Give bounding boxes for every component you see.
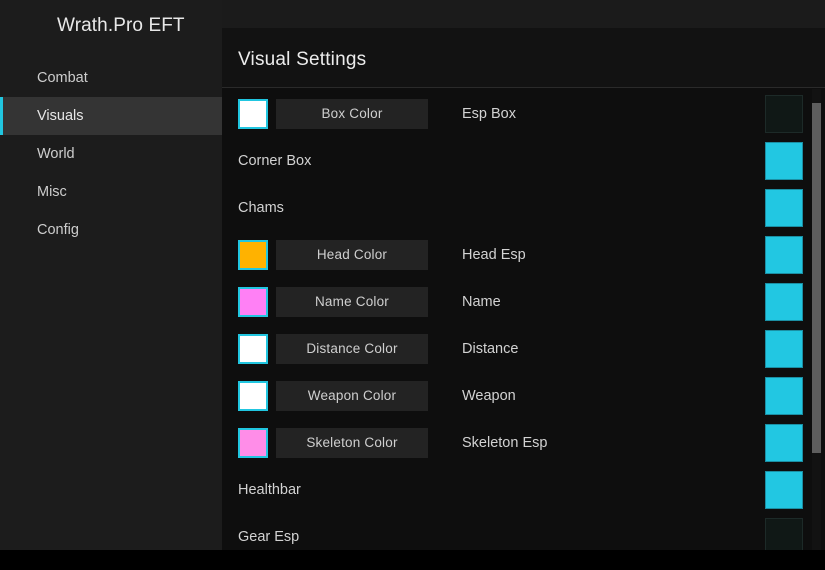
- settings-list-viewport: Box Color Esp Box Corner Box Chams Head Colo…: [222, 89, 825, 550]
- setting-label: Weapon: [462, 387, 516, 404]
- sidebar-item-misc[interactable]: Misc: [0, 173, 222, 211]
- color-picker-button-label: Skeleton Color: [306, 435, 398, 450]
- color-swatch[interactable]: [238, 380, 268, 411]
- color-swatch[interactable]: [238, 333, 268, 364]
- setting-row: Name Color Name: [222, 278, 825, 325]
- setting-label: Gear Esp: [238, 528, 300, 545]
- setting-row: Chams: [222, 184, 825, 231]
- color-picker-button[interactable]: Distance Color: [276, 333, 428, 364]
- desktop-background: [0, 550, 825, 570]
- app-title: Wrath.Pro EFT: [57, 15, 185, 36]
- toggle-checkbox[interactable]: [765, 94, 803, 133]
- setting-label: Healthbar: [238, 481, 301, 498]
- sidebar-item-world[interactable]: World: [0, 135, 222, 173]
- sidebar-item-visuals[interactable]: Visuals: [0, 97, 222, 135]
- sidebar-item-label: Config: [37, 222, 79, 238]
- panel-header: Visual Settings: [222, 28, 825, 88]
- toggle-checkbox[interactable]: [765, 188, 803, 227]
- color-swatch[interactable]: [238, 98, 268, 129]
- color-picker-button[interactable]: Weapon Color: [276, 380, 428, 411]
- setting-label: Corner Box: [238, 152, 312, 169]
- settings-list: Box Color Esp Box Corner Box Chams Head Colo…: [222, 89, 825, 550]
- toggle-checkbox[interactable]: [765, 517, 803, 550]
- toggle-checkbox[interactable]: [765, 141, 803, 180]
- toggle-checkbox[interactable]: [765, 423, 803, 462]
- color-picker-button-label: Head Color: [316, 247, 388, 262]
- toggle-checkbox[interactable]: [765, 470, 803, 509]
- color-swatch[interactable]: [238, 427, 268, 458]
- setting-row: Distance Color Distance: [222, 325, 825, 372]
- setting-row: Corner Box: [222, 137, 825, 184]
- page-title: Visual Settings: [238, 49, 367, 70]
- color-picker-button-label: Box Color: [321, 106, 383, 121]
- color-swatch-slot: [222, 286, 276, 317]
- toggle-checkbox[interactable]: [765, 282, 803, 321]
- application-window: Wrath.Pro EFT Combat Visuals World Misc Conf…: [0, 0, 825, 550]
- toggle-checkbox[interactable]: [765, 376, 803, 415]
- sidebar-item-config[interactable]: Config: [0, 211, 222, 249]
- setting-row: Weapon Color Weapon: [222, 372, 825, 419]
- color-picker-button[interactable]: Name Color: [276, 286, 428, 317]
- color-swatch[interactable]: [238, 239, 268, 270]
- color-picker-button-label: Distance Color: [306, 341, 398, 356]
- sidebar-nav-list: Combat Visuals World Misc Config: [0, 59, 222, 249]
- setting-row: Healthbar: [222, 466, 825, 513]
- toggle-checkbox[interactable]: [765, 235, 803, 274]
- vertical-scrollbar-thumb[interactable]: [812, 103, 821, 453]
- color-swatch-slot: [222, 333, 276, 364]
- color-picker-button[interactable]: Skeleton Color: [276, 427, 428, 458]
- sidebar: Wrath.Pro EFT Combat Visuals World Misc Conf…: [0, 0, 222, 550]
- setting-label: Esp Box: [462, 105, 516, 122]
- color-swatch-slot: [222, 380, 276, 411]
- color-picker-button[interactable]: Head Color: [276, 239, 428, 270]
- setting-label: Distance: [462, 340, 519, 357]
- toggle-checkbox[interactable]: [765, 329, 803, 368]
- color-picker-button-label: Name Color: [314, 294, 390, 309]
- setting-label: Name: [462, 293, 501, 310]
- color-picker-button[interactable]: Box Color: [276, 98, 428, 129]
- setting-label: Skeleton Esp: [462, 434, 548, 451]
- sidebar-item-label: Visuals: [37, 108, 84, 124]
- setting-row: Gear Esp: [222, 513, 825, 550]
- color-swatch[interactable]: [238, 286, 268, 317]
- sidebar-item-label: Combat: [37, 70, 88, 86]
- setting-row: Box Color Esp Box: [222, 90, 825, 137]
- color-swatch-slot: [222, 427, 276, 458]
- setting-row: Skeleton Color Skeleton Esp: [222, 419, 825, 466]
- sidebar-item-combat[interactable]: Combat: [0, 59, 222, 97]
- vertical-scrollbar-track[interactable]: [812, 89, 821, 550]
- color-picker-button-label: Weapon Color: [307, 388, 397, 403]
- sidebar-item-label: Misc: [37, 184, 67, 200]
- setting-row: Head Color Head Esp: [222, 231, 825, 278]
- content-panel: Visual Settings Box Color Esp Box Corner B…: [222, 28, 825, 550]
- color-swatch-slot: [222, 239, 276, 270]
- setting-label: Head Esp: [462, 246, 526, 263]
- color-swatch-slot: [222, 98, 276, 129]
- setting-label: Chams: [238, 199, 284, 216]
- sidebar-item-label: World: [37, 146, 75, 162]
